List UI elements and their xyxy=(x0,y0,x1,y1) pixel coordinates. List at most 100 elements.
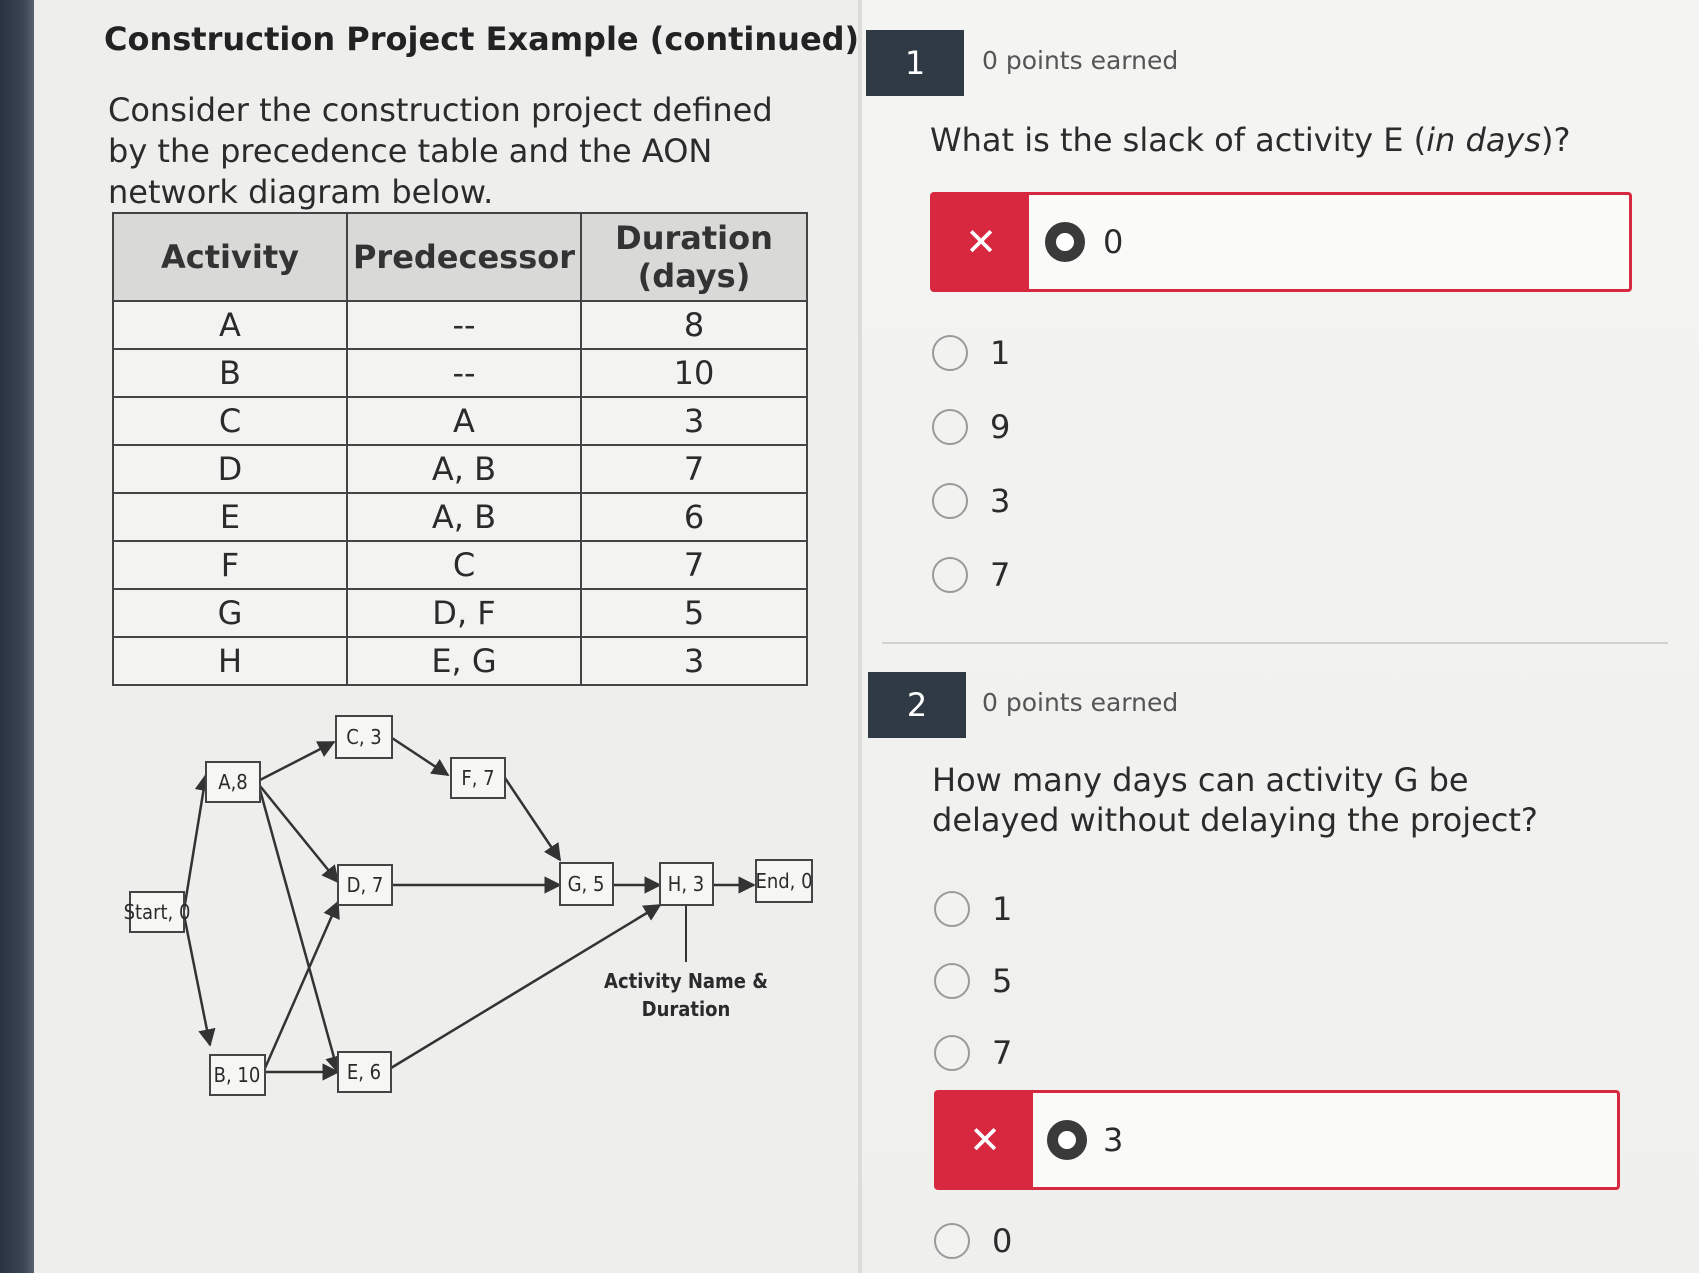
question-2-text: How many days can activity G be delayed … xyxy=(932,761,1538,839)
table-header-row: Activity Predecessor Duration (days) xyxy=(112,212,808,302)
cell-activity: C xyxy=(112,396,348,446)
header-duration-line2: (days) xyxy=(637,257,751,295)
edge-b-d xyxy=(260,900,340,1076)
cell-predecessor: A, B xyxy=(346,444,582,494)
cell-activity: D xyxy=(112,444,348,494)
radio-unselected-icon[interactable] xyxy=(934,1035,970,1071)
option-label: 7 xyxy=(992,1034,1013,1072)
option-label: 9 xyxy=(990,408,1011,446)
edge-f-g xyxy=(503,777,562,862)
node-b-label: B, 10 xyxy=(214,1063,261,1087)
option-label: 3 xyxy=(990,482,1011,520)
node-start-label: Start, 0 xyxy=(124,900,191,924)
table-row: G D, F 5 xyxy=(112,588,808,638)
question-separator xyxy=(882,642,1668,644)
radio-unselected-icon[interactable] xyxy=(932,557,968,593)
option-label: 5 xyxy=(992,962,1013,1000)
radio-selected-icon[interactable] xyxy=(1045,222,1085,262)
header-duration: Duration (days) xyxy=(580,212,808,302)
window-left-edge xyxy=(0,0,34,1273)
table-row: D A, B 7 xyxy=(112,444,808,494)
problem-title: Construction Project Example (continued) xyxy=(104,20,860,58)
cell-duration: 8 xyxy=(580,300,808,350)
question-2-option[interactable]: 0 xyxy=(934,1222,1012,1260)
table-row: F C 7 xyxy=(112,540,808,590)
node-d-label: D, 7 xyxy=(347,873,384,897)
question-2-selected-label: 3 xyxy=(1103,1121,1124,1159)
table-row: B -- 10 xyxy=(112,348,808,398)
question-1-selected-answer[interactable]: ✕ 0 xyxy=(930,192,1632,292)
problem-intro: Consider the construction project define… xyxy=(108,91,773,211)
cell-duration: 7 xyxy=(580,540,808,590)
question-2-number-badge: 2 xyxy=(868,672,966,738)
question-1-number-badge: 1 xyxy=(866,30,964,96)
node-end-label: End, 0 xyxy=(755,869,812,893)
edge-c-f xyxy=(391,736,450,777)
cell-activity: H xyxy=(112,636,348,686)
table-row: E A, B 6 xyxy=(112,492,808,542)
cell-predecessor: E, G xyxy=(346,636,582,686)
option-label: 1 xyxy=(992,890,1013,928)
radio-selected-icon[interactable] xyxy=(1047,1120,1087,1160)
incorrect-x-icon: ✕ xyxy=(933,195,1029,289)
cell-predecessor: D, F xyxy=(346,588,582,638)
edge-a-c xyxy=(259,740,336,782)
cell-activity: F xyxy=(112,540,348,590)
question-1-text: What is the slack of activity E (in days… xyxy=(930,120,1571,160)
cell-duration: 5 xyxy=(580,588,808,638)
option-label: 0 xyxy=(992,1222,1013,1260)
cell-duration: 7 xyxy=(580,444,808,494)
cell-duration: 3 xyxy=(580,396,808,446)
question-2-option[interactable]: 5 xyxy=(934,962,1012,1000)
node-g-label: G, 5 xyxy=(568,872,605,896)
question-1-option[interactable]: 1 xyxy=(932,334,1010,372)
cell-activity: A xyxy=(112,300,348,350)
question-1-points: 0 points earned xyxy=(982,46,1179,75)
table-row: C A 3 xyxy=(112,396,808,446)
option-label: 7 xyxy=(990,556,1011,594)
node-f-label: F, 7 xyxy=(461,766,494,790)
radio-unselected-icon[interactable] xyxy=(932,335,968,371)
incorrect-x-icon: ✕ xyxy=(937,1093,1033,1187)
question-1-text-italic: in days xyxy=(1426,121,1542,159)
header-duration-line1: Duration xyxy=(615,219,773,257)
radio-unselected-icon[interactable] xyxy=(934,1223,970,1259)
radio-unselected-icon[interactable] xyxy=(934,963,970,999)
questions-panel xyxy=(862,0,1699,1273)
question-2-option[interactable]: 1 xyxy=(934,890,1012,928)
table-row: A -- 8 xyxy=(112,300,808,350)
cell-predecessor: -- xyxy=(346,300,582,350)
question-2-option[interactable]: 7 xyxy=(934,1034,1012,1072)
legend-line1: Activity Name & xyxy=(604,969,768,993)
question-1-option[interactable]: 7 xyxy=(932,556,1010,594)
cell-activity: B xyxy=(112,348,348,398)
question-1-option[interactable]: 9 xyxy=(932,408,1010,446)
cell-duration: 10 xyxy=(580,348,808,398)
aon-network-diagram: Start, 0 A,8 B, 10 C, 3 D, 7 E, 6 F, 7 G… xyxy=(124,715,813,1096)
cell-activity: E xyxy=(112,492,348,542)
option-label: 1 xyxy=(990,334,1011,372)
cell-duration: 6 xyxy=(580,492,808,542)
question-1-text-before: What is the slack of activity E ( xyxy=(930,121,1427,159)
radio-unselected-icon[interactable] xyxy=(932,483,968,519)
question-2-selected-answer[interactable]: ✕ 3 xyxy=(934,1090,1620,1190)
cell-activity: G xyxy=(112,588,348,638)
question-1-text-after: )? xyxy=(1541,121,1571,159)
question-1-selected-label: 0 xyxy=(1103,223,1124,261)
cell-predecessor: -- xyxy=(346,348,582,398)
table-row: H E, G 3 xyxy=(112,636,808,686)
radio-unselected-icon[interactable] xyxy=(934,891,970,927)
cell-predecessor: A, B xyxy=(346,492,582,542)
header-predecessor: Predecessor xyxy=(346,212,582,302)
radio-unselected-icon[interactable] xyxy=(932,409,968,445)
precedence-table: Activity Predecessor Duration (days) A -… xyxy=(112,212,808,686)
question-1-option[interactable]: 3 xyxy=(932,482,1010,520)
node-a-label: A,8 xyxy=(218,770,247,794)
node-c-label: C, 3 xyxy=(346,725,381,749)
header-activity: Activity xyxy=(112,212,348,302)
node-h-label: H, 3 xyxy=(668,872,704,896)
cell-predecessor: A xyxy=(346,396,582,446)
node-e-label: E, 6 xyxy=(347,1060,381,1084)
edge-start-a xyxy=(182,773,213,911)
question-2-points: 0 points earned xyxy=(982,688,1179,717)
